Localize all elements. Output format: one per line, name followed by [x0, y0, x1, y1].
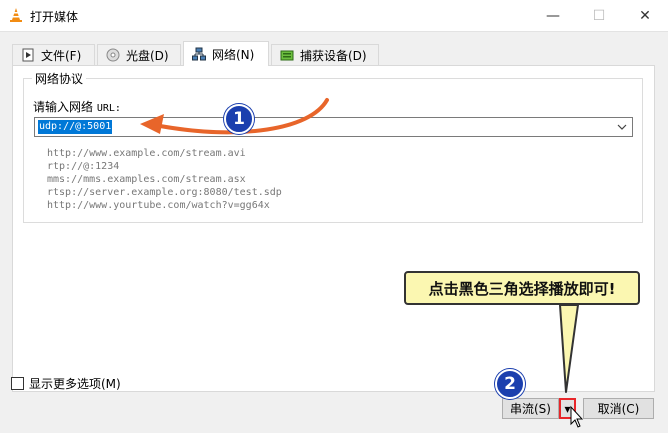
group-title: 网络协议	[32, 70, 87, 87]
callout-bubble: 点击黑色三角选择播放即可!	[404, 271, 640, 305]
show-more-options[interactable]: 显示更多选项(M)	[11, 375, 121, 392]
example-line: rtp://@:1234	[47, 161, 120, 172]
stream-button[interactable]: 串流(S)	[502, 398, 559, 419]
close-button[interactable]: ✕	[622, 0, 668, 31]
dialog-body: 文件(F) 光盘(D) 网络(N) 捕获设备(D) 网络协议 请输入网络 URL…	[0, 31, 668, 433]
url-examples: http://www.example.com/stream.avi rtp://…	[47, 147, 282, 212]
cancel-button[interactable]: 取消(C)	[583, 398, 654, 419]
tab-disc[interactable]: 光盘(D)	[97, 44, 181, 65]
window-title: 打开媒体	[30, 10, 79, 24]
disc-icon	[106, 48, 120, 62]
capture-icon	[280, 50, 294, 61]
maximize-button[interactable]: ☐	[576, 0, 622, 31]
tab-file-label: 文件(F)	[41, 48, 82, 63]
tab-file[interactable]: 文件(F)	[12, 44, 95, 65]
step-badge-1: 1	[224, 104, 254, 134]
url-combobox[interactable]: udp://@:5001	[34, 117, 633, 137]
network-icon	[192, 47, 206, 61]
title-bar: 打开媒体 — ☐ ✕	[0, 0, 668, 31]
vlc-cone-icon	[10, 8, 22, 22]
tab-capture-label: 捕获设备(D)	[300, 48, 367, 63]
combobox-dropdown-arrow[interactable]	[614, 119, 630, 135]
file-icon	[22, 48, 34, 62]
show-more-label: 显示更多选项(M)	[29, 377, 121, 391]
url-input-value[interactable]: udp://@:5001	[38, 120, 113, 134]
minimize-button[interactable]: —	[530, 0, 576, 31]
tab-network-label: 网络(N)	[212, 47, 255, 62]
show-more-checkbox[interactable]	[11, 377, 24, 390]
step-badge-2: 2	[495, 369, 525, 399]
url-label-text: 请输入网络	[33, 100, 94, 114]
example-line: http://www.example.com/stream.avi	[47, 148, 246, 159]
tab-capture[interactable]: 捕获设备(D)	[271, 44, 379, 65]
stream-dropdown-button[interactable]: ▾	[559, 398, 576, 419]
tab-disc-label: 光盘(D)	[126, 48, 169, 63]
example-line: http://www.yourtube.com/watch?v=gg64x	[47, 200, 270, 211]
example-line: mms://mms.examples.com/stream.asx	[47, 174, 246, 185]
url-label: 请输入网络 URL:	[33, 98, 121, 115]
url-label-suffix: URL:	[96, 103, 121, 114]
tab-network[interactable]: 网络(N)	[183, 41, 269, 66]
example-line: rtsp://server.example.org:8080/test.sdp	[47, 187, 282, 198]
dropdown-triangle-icon: ▾	[564, 401, 571, 416]
chevron-down-icon	[617, 124, 627, 130]
